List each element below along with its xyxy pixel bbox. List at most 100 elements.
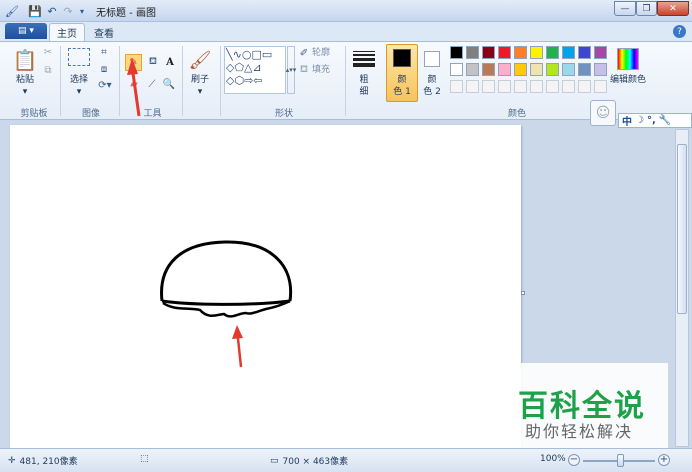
eraser-icon[interactable]: ▰ <box>127 77 141 91</box>
brush-icon[interactable]: 🖌 <box>188 48 212 72</box>
tools-group-label: 工具 <box>143 109 162 119</box>
app-menu-button[interactable]: ▤ ▾ <box>5 23 47 39</box>
select-label[interactable]: 选择 <box>64 75 94 86</box>
selection-size: ⬚ <box>140 454 149 464</box>
palette-swatch[interactable] <box>498 63 511 76</box>
crop-icon[interactable]: ⌗ <box>98 46 110 58</box>
palette-swatch[interactable] <box>498 46 511 59</box>
palette-swatch[interactable] <box>466 80 479 93</box>
palette-swatch[interactable] <box>466 46 479 59</box>
pencil-icon[interactable]: ✎ <box>125 54 142 71</box>
magnifier-icon[interactable]: 🔍 <box>162 77 176 91</box>
quick-access-dropdown-icon[interactable]: ▾ <box>77 3 87 19</box>
ime-moon-icon[interactable]: ☽ <box>635 115 644 126</box>
palette-swatch[interactable] <box>594 46 607 59</box>
vertical-scrollbar[interactable] <box>675 129 689 447</box>
color2-label-line2[interactable]: 色 2 <box>420 87 444 98</box>
ime-wrench-icon[interactable]: 🔧 <box>659 115 671 126</box>
zoom-out-button[interactable]: − <box>568 454 580 466</box>
palette-swatch[interactable] <box>498 80 511 93</box>
select-dropdown-icon[interactable]: ▾ <box>73 87 85 98</box>
color1-swatch[interactable] <box>393 49 411 67</box>
zoom-level: 100% <box>540 454 566 464</box>
palette-swatch[interactable] <box>514 46 527 59</box>
paste-dropdown-icon[interactable]: ▾ <box>19 87 31 98</box>
paste-label[interactable]: 粘贴 <box>10 75 40 86</box>
text-icon[interactable]: A <box>162 54 178 70</box>
tab-view[interactable]: 查看 <box>86 23 122 41</box>
palette-swatch[interactable] <box>514 80 527 93</box>
watermark: 百科全说 助你轻松解决 <box>500 363 668 448</box>
palette-swatch[interactable] <box>482 80 495 93</box>
fill-bucket-icon[interactable]: ⛾ <box>145 54 161 70</box>
palette-swatch[interactable] <box>466 63 479 76</box>
close-button[interactable]: ✕ <box>657 1 689 16</box>
palette-swatch[interactable] <box>450 63 463 76</box>
ribbon-tab-row: ▤ ▾ 主页 查看 ? <box>0 22 692 41</box>
cut-icon[interactable]: ✂ <box>42 46 54 58</box>
palette-swatch[interactable] <box>482 63 495 76</box>
palette-swatch[interactable] <box>594 80 607 93</box>
scroll-thumb[interactable] <box>677 144 687 314</box>
palette-swatch[interactable] <box>546 63 559 76</box>
save-icon[interactable]: 💾 <box>28 3 42 19</box>
brushes-label[interactable]: 刷子 <box>185 75 215 86</box>
palette-swatch[interactable] <box>482 46 495 59</box>
edit-colors-icon[interactable] <box>617 48 639 70</box>
size-icon[interactable] <box>352 48 376 70</box>
size-label-line1[interactable]: 粗 <box>352 75 376 86</box>
palette-swatch[interactable] <box>530 63 543 76</box>
palette-swatch[interactable] <box>562 46 575 59</box>
undo-icon[interactable]: ↶ <box>45 3 59 19</box>
zoom-in-button[interactable]: + <box>658 454 670 466</box>
shapes-scroll[interactable]: ▴▾▾ <box>286 46 296 94</box>
color2-label-line1[interactable]: 颜 <box>420 75 444 86</box>
rotate-icon[interactable]: ⟳▾ <box>98 79 112 91</box>
palette-swatch[interactable] <box>514 63 527 76</box>
ime-bar[interactable]: 中 ☽ °, 🔧 <box>618 113 692 128</box>
redo-icon[interactable]: ↷ <box>61 3 75 19</box>
color-picker-icon[interactable]: ⟋ <box>145 77 159 91</box>
separator <box>60 46 61 116</box>
copy-icon[interactable]: ⧉ <box>42 64 54 76</box>
canvas-resize-handle[interactable] <box>521 291 525 295</box>
palette-swatch[interactable] <box>562 63 575 76</box>
canvas-size-icon: ▭ <box>270 455 279 466</box>
tab-home[interactable]: 主页 <box>49 23 85 41</box>
palette-swatch[interactable] <box>594 63 607 76</box>
palette-swatch[interactable] <box>450 46 463 59</box>
ime-punct-icon[interactable]: °, <box>647 115 656 126</box>
minimize-button[interactable]: — <box>614 1 636 16</box>
maximize-button[interactable]: ❐ <box>636 1 657 16</box>
paste-icon[interactable]: 📋 <box>13 47 38 73</box>
ime-avatar-icon[interactable]: ☺ <box>590 100 616 126</box>
color1-label-line2[interactable]: 色 1 <box>386 87 418 98</box>
palette-swatch[interactable] <box>546 80 559 93</box>
color2-swatch[interactable] <box>424 51 440 67</box>
palette-swatch[interactable] <box>578 63 591 76</box>
resize-icon[interactable]: ⧈ <box>98 63 110 75</box>
palette-swatch[interactable] <box>562 80 575 93</box>
color1-label-line1[interactable]: 颜 <box>386 75 418 86</box>
shapes-gallery[interactable]: ╲∿○□▭ ◇⬠△⊿ ◇⬡⇨⇦ <box>224 46 286 94</box>
palette-swatch[interactable] <box>546 46 559 59</box>
ime-toolbar: ☺ 中 ☽ °, 🔧 <box>590 100 692 130</box>
brushes-dropdown-icon[interactable]: ▾ <box>194 87 206 98</box>
select-icon[interactable] <box>68 48 90 66</box>
size-label-line2[interactable]: 细 <box>352 87 376 98</box>
palette-swatch[interactable] <box>450 80 463 93</box>
paint-app-icon[interactable]: 🖌 <box>4 3 20 19</box>
outline-icon[interactable]: ✐ <box>298 47 310 59</box>
palette-swatch[interactable] <box>530 46 543 59</box>
palette-swatch[interactable] <box>530 80 543 93</box>
palette-swatch[interactable] <box>578 46 591 59</box>
edit-colors-label[interactable]: 编辑颜色 <box>608 75 648 86</box>
fill-label[interactable]: 填充 <box>312 65 342 76</box>
outline-label[interactable]: 轮廓 <box>312 48 342 59</box>
palette-swatch[interactable] <box>578 80 591 93</box>
fill-icon[interactable]: ⛾ <box>298 64 310 76</box>
zoom-slider-thumb[interactable] <box>617 454 624 467</box>
help-icon[interactable]: ? <box>673 25 686 38</box>
ime-mode-label[interactable]: 中 <box>622 113 632 128</box>
drawing-canvas[interactable] <box>10 125 521 451</box>
